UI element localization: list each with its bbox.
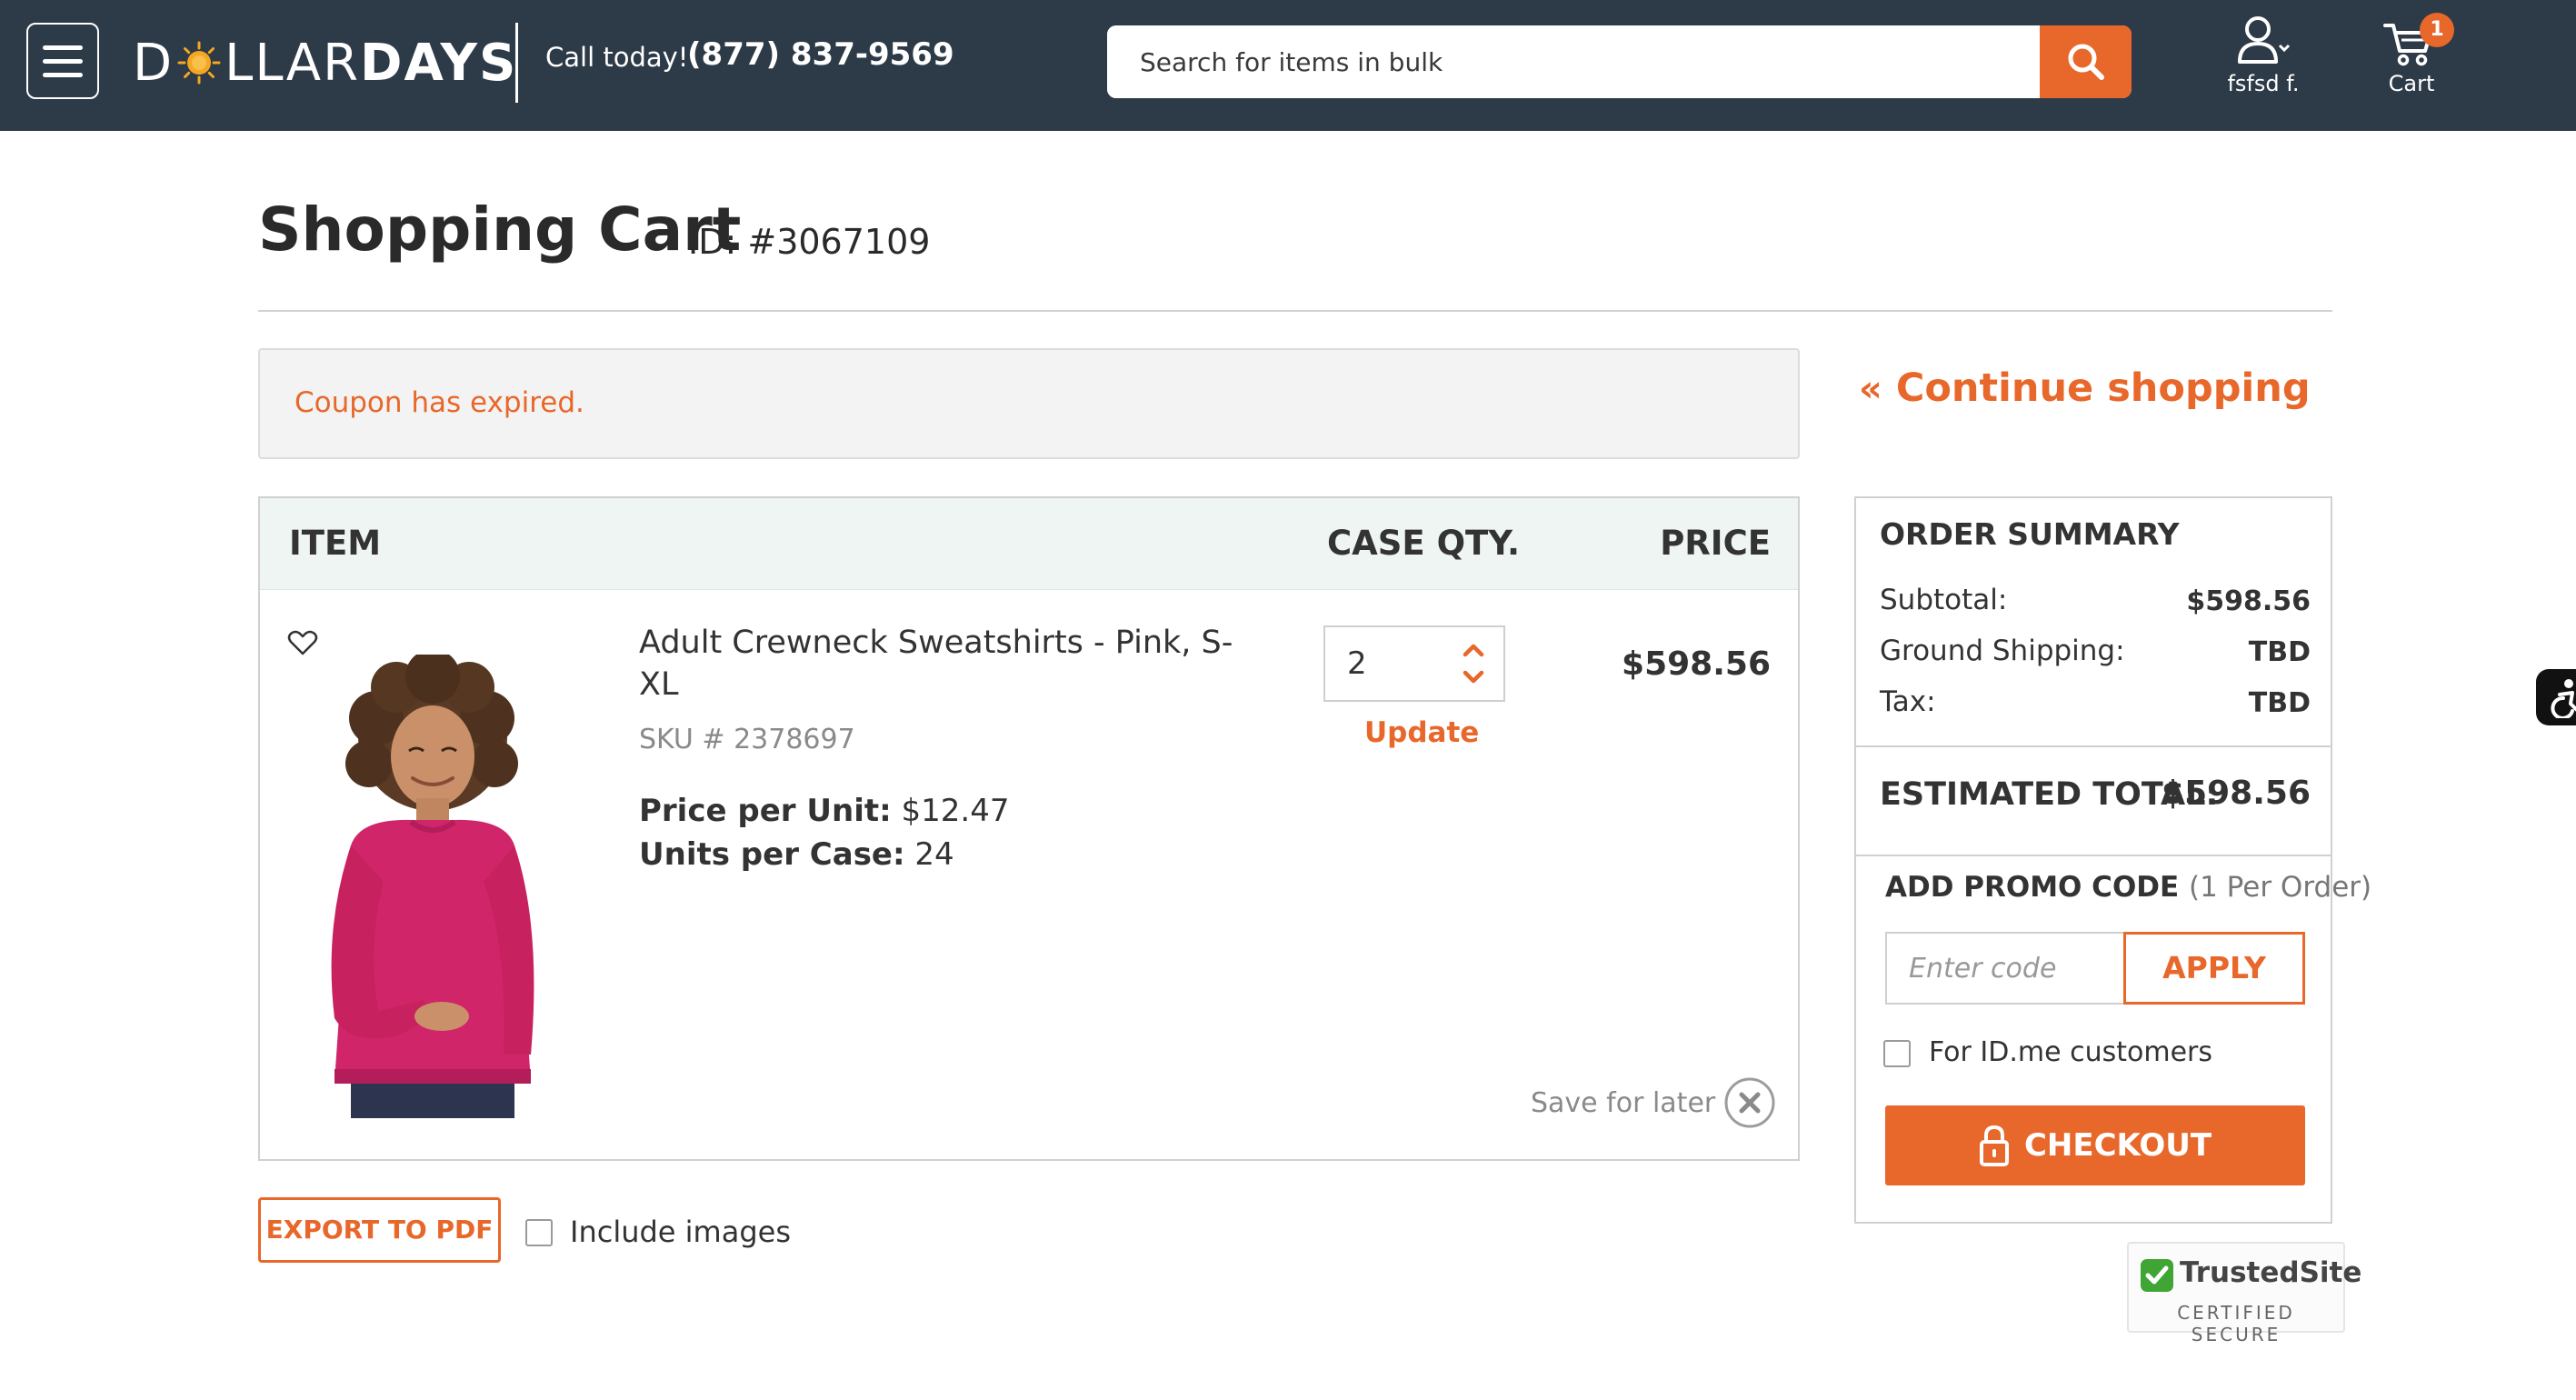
search-button[interactable]: [2040, 25, 2132, 98]
tax-label: Tax:: [1880, 685, 1936, 718]
subtotal-label: Subtotal:: [1880, 584, 2008, 616]
cart-label: Cart: [2388, 71, 2435, 96]
trustedsite-sub: CERTIFIED SECURE: [2177, 1302, 2295, 1345]
column-header-qty: CASE QTY.: [1327, 524, 1521, 563]
menu-bar: [43, 72, 83, 77]
lock-icon: [1979, 1125, 2009, 1166]
shipping-value: TBD: [2248, 636, 2311, 668]
hamburger-menu-button[interactable]: [26, 23, 99, 99]
column-header-price: PRICE: [1660, 524, 1771, 563]
page-title: Shopping Cart: [258, 195, 742, 265]
idme-checkbox[interactable]: [1883, 1040, 1911, 1067]
tax-value: TBD: [2248, 687, 2311, 719]
price-per-unit: Price per Unit: $12.47: [639, 793, 1010, 829]
quantity-stepper-icon[interactable]: [1460, 638, 1487, 689]
units-per-case-value: 24: [914, 836, 954, 873]
logo-text-prefix: D: [133, 33, 175, 93]
quantity-value[interactable]: 2: [1347, 645, 1367, 682]
continue-shopping-link[interactable]: « Continue shopping: [1859, 365, 2311, 411]
logo-text-middle: LLAR: [225, 33, 361, 93]
quantity-field[interactable]: 2: [1323, 625, 1505, 702]
alert-message: Coupon has expired.: [295, 386, 584, 419]
trustedsite-name: TrustedSite: [2180, 1256, 2362, 1289]
product-name-link[interactable]: Adult Crewneck Sweatshirts - Pink, S-XL: [639, 622, 1257, 705]
accessibility-icon: [2551, 679, 2576, 718]
sun-icon: [177, 41, 221, 85]
checkout-label: CHECKOUT: [2023, 1127, 2212, 1164]
summary-divider: [1856, 855, 2331, 856]
trustedsite-badge[interactable]: TrustedSite CERTIFIED SECURE: [2127, 1242, 2361, 1345]
units-per-case-label: Units per Case:: [639, 836, 905, 873]
apply-promo-button[interactable]: APPLY: [2123, 932, 2305, 1005]
cart-table-header: ITEM CASE QTY. PRICE: [260, 498, 1798, 590]
menu-bar: [43, 45, 83, 50]
idme-label: For ID.me customers: [1929, 1036, 2213, 1068]
subtotal-value: $598.56: [2186, 585, 2311, 617]
user-icon: [2238, 16, 2291, 64]
site-header: D LLAR DAYS Call today! (877) 837-9569 S…: [0, 0, 2576, 131]
search-bar: [1107, 25, 2132, 98]
coupon-alert: Coupon has expired.: [258, 348, 1800, 459]
header-divider: [515, 23, 518, 103]
checkout-button[interactable]: CHECKOUT: [1885, 1105, 2305, 1185]
order-summary: ORDER SUMMARY Subtotal: $598.56 Ground S…: [1854, 496, 2371, 1224]
product-sku: SKU # 2378697: [639, 724, 855, 755]
promo-code-input[interactable]: [1885, 932, 2123, 1005]
order-summary-title: ORDER SUMMARY: [1880, 516, 2180, 552]
double-chevron-left-icon: «: [1859, 368, 1882, 410]
promo-code-label: ADD PROMO CODE (1 Per Order): [1885, 871, 2371, 904]
estimated-total-value: $598.56: [2162, 775, 2311, 812]
line-price: $598.56: [1622, 645, 1771, 683]
cart-button[interactable]: 1 Cart: [2372, 13, 2454, 104]
accessibility-button[interactable]: [2536, 669, 2576, 725]
column-header-item: ITEM: [289, 524, 382, 563]
logo-text-suffix: DAYS: [360, 33, 518, 93]
promo-code-title: ADD PROMO CODE: [1885, 871, 2180, 904]
update-quantity-link[interactable]: Update: [1364, 716, 1479, 749]
promo-code-note: (1 Per Order): [2189, 871, 2372, 904]
summary-divider: [1856, 745, 2331, 747]
continue-shopping-label: Continue shopping: [1895, 365, 2311, 411]
search-input[interactable]: [1107, 25, 2040, 98]
product-image[interactable]: [296, 649, 569, 1118]
call-today-label: Call today!: [545, 42, 689, 73]
save-for-later-link[interactable]: Save for later: [1531, 1087, 1715, 1119]
search-icon: [2068, 44, 2104, 80]
account-name: fsfsd f.: [2227, 71, 2300, 96]
units-per-case: Units per Case: 24: [639, 836, 954, 873]
cart-count-badge: 1: [2420, 13, 2454, 47]
include-images-checkbox[interactable]: [525, 1219, 553, 1246]
phone-number-link[interactable]: (877) 837-9569: [687, 36, 954, 73]
export-to-pdf-button[interactable]: EXPORT TO PDF: [258, 1197, 501, 1263]
menu-bar: [43, 58, 83, 64]
price-per-unit-value: $12.47: [901, 793, 1010, 829]
title-divider: [258, 310, 2332, 312]
dollardays-logo[interactable]: D LLAR DAYS: [133, 31, 517, 95]
account-menu[interactable]: fsfsd f.: [2218, 15, 2309, 105]
check-icon: [2141, 1259, 2173, 1292]
price-per-unit-label: Price per Unit:: [639, 793, 892, 829]
heart-icon[interactable]: [287, 629, 318, 656]
cart-id: ID: #3067109: [688, 222, 931, 262]
include-images-label: Include images: [570, 1215, 791, 1249]
remove-item-icon[interactable]: [1723, 1076, 1776, 1129]
shipping-label: Ground Shipping:: [1880, 635, 2125, 667]
cart-table: ITEM CASE QTY. PRICE Adult Crewneck Swea…: [258, 496, 1800, 1161]
